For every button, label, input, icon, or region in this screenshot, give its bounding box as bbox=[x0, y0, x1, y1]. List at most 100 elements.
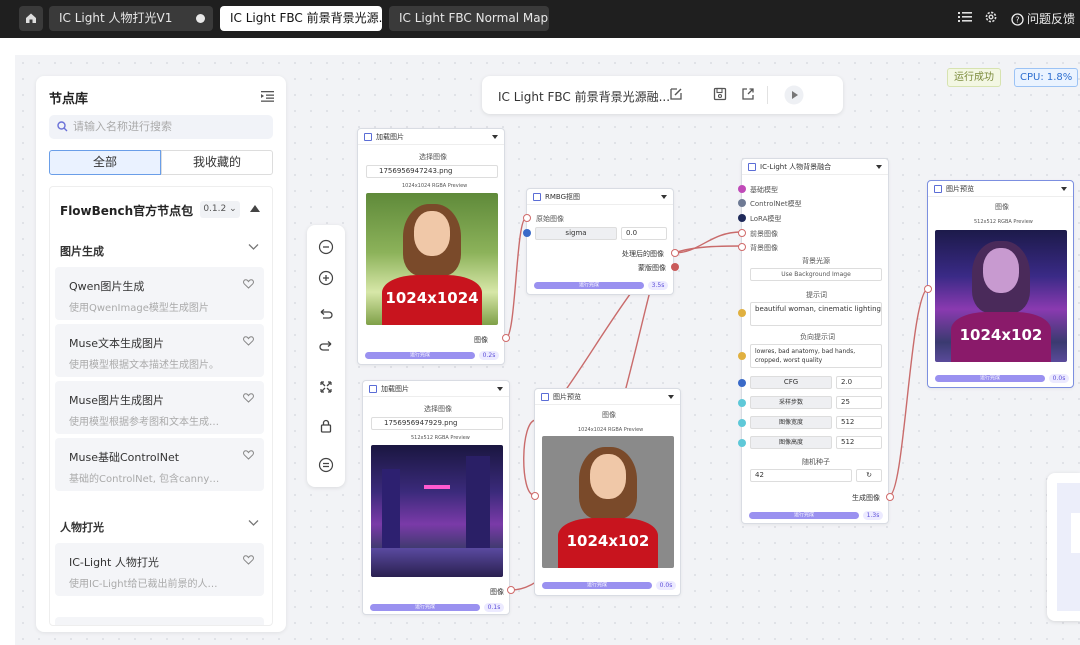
duration-badge: 0.0s bbox=[1049, 374, 1069, 383]
output-port[interactable] bbox=[671, 249, 679, 257]
chevron-down-icon[interactable] bbox=[876, 165, 882, 169]
export-icon[interactable] bbox=[741, 87, 755, 101]
node-card-muse-image[interactable]: Muse图片生成图片 使用模型根据参考图和文本生成… bbox=[55, 381, 264, 434]
chevron-down-icon[interactable] bbox=[492, 135, 498, 139]
image-preview-woman-park: 1024x1024 bbox=[366, 193, 498, 325]
run-status-badge: 运行成功 bbox=[947, 68, 1001, 87]
cfg-input[interactable]: 2.0 bbox=[836, 376, 882, 389]
input-port[interactable] bbox=[738, 419, 746, 427]
zoom-out-icon[interactable] bbox=[318, 239, 334, 255]
negative-prompt-input[interactable]: lowres, bad anatomy, bad hands, cropped,… bbox=[750, 344, 882, 368]
node-header[interactable]: RMBG抠图 bbox=[527, 189, 673, 205]
chevron-down-icon[interactable] bbox=[248, 519, 259, 527]
collapse-menu-icon[interactable] bbox=[261, 90, 274, 102]
node-load-image-1[interactable]: 加载图片 选择图像 1756956947243.png 1024x1024 RG… bbox=[357, 128, 510, 365]
node-card-partial[interactable] bbox=[55, 617, 264, 625]
prompt-input[interactable]: beautiful woman, cinematic lighting bbox=[750, 302, 882, 326]
help-icon: ? bbox=[1011, 13, 1024, 26]
redo-icon[interactable] bbox=[318, 340, 334, 356]
input-port[interactable] bbox=[531, 492, 539, 500]
file-select[interactable]: 1756956947243.png bbox=[366, 165, 498, 178]
steps-input[interactable]: 25 bbox=[836, 396, 882, 409]
input-port[interactable] bbox=[738, 399, 746, 407]
input-port[interactable] bbox=[738, 439, 746, 447]
feedback-button[interactable]: ? 问题反馈 bbox=[1011, 10, 1075, 27]
search-icon bbox=[57, 121, 68, 132]
input-port[interactable] bbox=[738, 199, 746, 207]
chevron-down-icon[interactable] bbox=[661, 195, 667, 199]
output-port[interactable] bbox=[507, 586, 515, 594]
heart-icon[interactable] bbox=[243, 279, 254, 289]
tab-ic-light-v1[interactable]: IC Light 人物打光V1 bbox=[49, 6, 213, 31]
edit-icon[interactable] bbox=[669, 87, 683, 101]
search-input[interactable]: 请输入名称进行搜索 bbox=[49, 115, 273, 139]
lock-icon[interactable] bbox=[318, 418, 334, 434]
node-image-preview-2[interactable]: 图片预览 图像 512x512 RGBA Preview 1024x102 运行… bbox=[924, 180, 1074, 388]
node-card-muse-controlnet[interactable]: Muse基础ControlNet 基础的ControlNet, 包含canny… bbox=[55, 438, 264, 491]
height-input[interactable]: 512 bbox=[836, 436, 882, 449]
input-port[interactable] bbox=[523, 229, 531, 237]
input-port[interactable] bbox=[924, 285, 932, 293]
save-icon[interactable] bbox=[713, 87, 727, 101]
run-play-icon[interactable] bbox=[784, 85, 804, 105]
chevron-down-icon[interactable] bbox=[668, 395, 674, 399]
minimap[interactable] bbox=[1047, 473, 1080, 621]
node-rmbg[interactable]: RMBG抠图 原始图像 sigma 0.0 处理后的图像 蒙版图像 运行完成 3… bbox=[523, 188, 679, 295]
param-name: 图像宽度 bbox=[750, 416, 832, 429]
node-header[interactable]: 图片预览 bbox=[535, 389, 680, 405]
heart-icon[interactable] bbox=[243, 555, 254, 565]
node-header[interactable]: IC-Light 人物背景融合 bbox=[742, 159, 888, 175]
input-port[interactable] bbox=[738, 309, 746, 317]
param-name: sigma bbox=[535, 227, 617, 240]
bg-light-select[interactable]: Use Background Image bbox=[750, 268, 882, 281]
node-card-qwen[interactable]: Qwen图片生成 使用QwenImage模型生成图片 bbox=[55, 267, 264, 320]
list-icon[interactable] bbox=[958, 10, 972, 24]
node-header[interactable]: 加载图片 bbox=[358, 129, 504, 145]
input-port[interactable] bbox=[738, 185, 746, 193]
zoom-in-icon[interactable] bbox=[318, 270, 334, 286]
input-port[interactable] bbox=[738, 243, 746, 251]
node-image-preview-1[interactable]: 图片预览 图像 1024x1024 RGBA Preview 1024x102 … bbox=[531, 388, 681, 596]
output-port[interactable] bbox=[502, 334, 510, 342]
output-port[interactable] bbox=[886, 493, 894, 501]
filter-favorites-button[interactable]: 我收藏的 bbox=[161, 150, 273, 175]
input-port[interactable] bbox=[523, 214, 531, 222]
input-label: ControlNet模型 bbox=[750, 200, 802, 208]
node-card-ic-light[interactable]: IC-Light 人物打光 使用IC-Light给已裁出前景的人… bbox=[55, 543, 264, 596]
undo-icon[interactable] bbox=[318, 308, 334, 324]
node-ic-light-fusion[interactable]: IC-Light 人物背景融合 基础模型 ControlNet模型 LoRA模型… bbox=[738, 158, 894, 524]
width-input[interactable]: 512 bbox=[836, 416, 882, 429]
heart-icon[interactable] bbox=[243, 450, 254, 460]
collapse-caret-icon[interactable] bbox=[250, 205, 260, 212]
message-icon[interactable] bbox=[318, 457, 334, 473]
heart-icon[interactable] bbox=[243, 336, 254, 346]
filter-all-button[interactable]: 全部 bbox=[49, 150, 161, 175]
refresh-seed-button[interactable]: ↻ bbox=[856, 469, 882, 482]
tab-ic-light-fbc[interactable]: IC Light FBC 前景背景光源... bbox=[220, 6, 382, 31]
fit-view-icon[interactable] bbox=[318, 379, 334, 395]
input-port[interactable] bbox=[738, 352, 746, 360]
file-select[interactable]: 1756956947929.png bbox=[371, 417, 503, 430]
input-port[interactable] bbox=[738, 214, 746, 222]
seed-input[interactable]: 42 bbox=[750, 469, 852, 482]
input-port[interactable] bbox=[738, 229, 746, 237]
image-preview-result: 1024x102 bbox=[935, 230, 1067, 362]
sigma-input[interactable]: 0.0 bbox=[621, 227, 667, 240]
node-load-image-2[interactable]: 加载图片 选择图像 1756956947929.png 512x512 RGBA… bbox=[362, 380, 515, 615]
node-card-muse-text[interactable]: Muse文本生成图片 使用模型根据文本描述生成图片。 bbox=[55, 324, 264, 377]
heart-icon[interactable] bbox=[243, 393, 254, 403]
progress-bar: 运行完成 bbox=[542, 582, 652, 589]
node-header[interactable]: 加载图片 bbox=[363, 381, 509, 397]
input-port[interactable] bbox=[738, 379, 746, 387]
home-tab[interactable] bbox=[19, 6, 43, 31]
chevron-down-icon[interactable] bbox=[248, 243, 259, 251]
chevron-down-icon[interactable] bbox=[1061, 187, 1067, 191]
gear-icon[interactable] bbox=[984, 10, 998, 24]
output-label: 图像 bbox=[490, 588, 504, 596]
divider bbox=[767, 86, 768, 104]
output-port[interactable] bbox=[671, 263, 679, 271]
chevron-down-icon[interactable] bbox=[497, 387, 503, 391]
version-select[interactable]: 0.1.2 ⌄ bbox=[200, 201, 240, 218]
node-header[interactable]: 图片预览 bbox=[928, 181, 1073, 197]
tab-ic-light-normal-map[interactable]: IC Light FBC Normal Map:... bbox=[389, 6, 549, 31]
